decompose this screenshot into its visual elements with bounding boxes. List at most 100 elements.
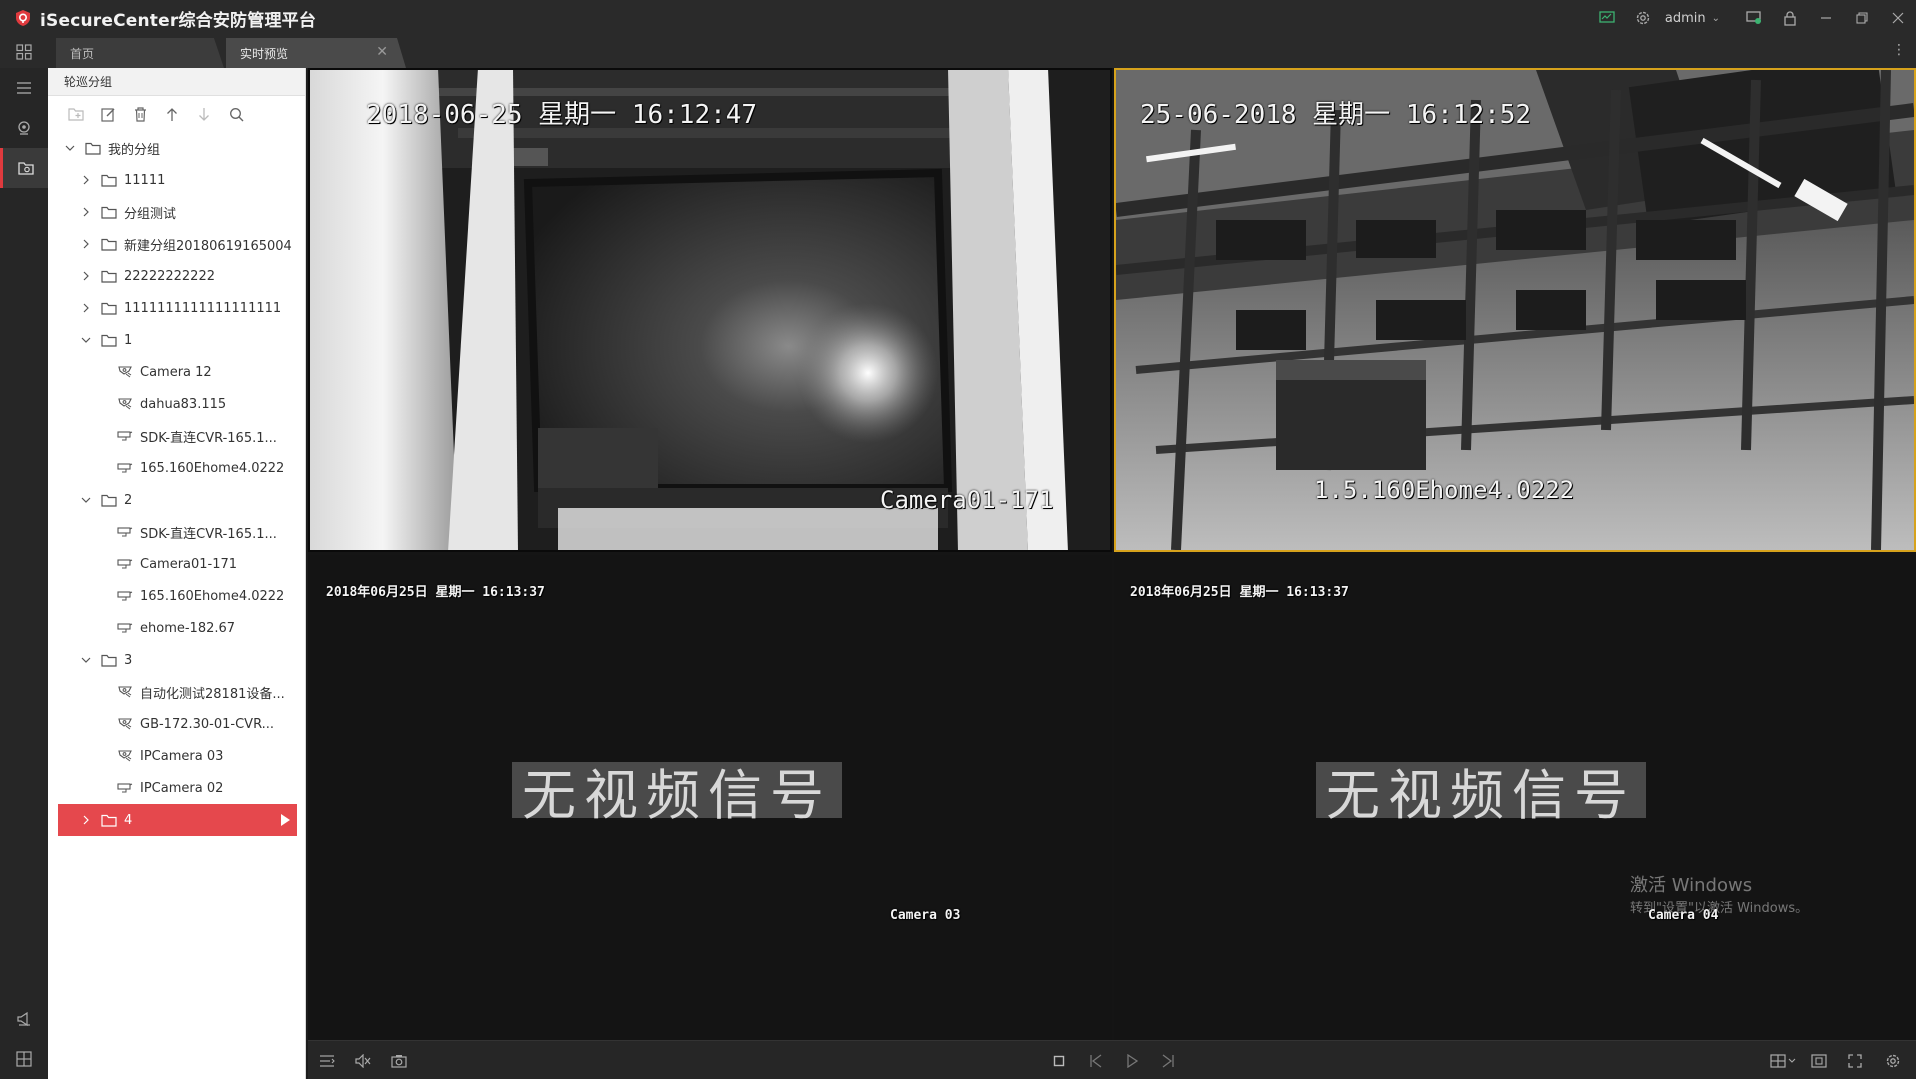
minimize-icon[interactable]: [1808, 0, 1844, 36]
tree-camera[interactable]: IPCamera 02: [48, 772, 305, 804]
tree-camera[interactable]: 165.160Ehome4.0222: [48, 452, 305, 484]
chevron-down-icon[interactable]: [80, 654, 92, 666]
chevron-right-icon[interactable]: [80, 270, 92, 282]
tree-camera[interactable]: 165.160Ehome4.0222: [48, 580, 305, 612]
settings-gear-icon[interactable]: [1625, 0, 1661, 36]
tab-home[interactable]: 首页: [56, 38, 224, 68]
tree-folder[interactable]: 分组测试: [48, 196, 305, 228]
tree-folder[interactable]: 1111111111111111111: [48, 292, 305, 324]
toolbar-settings-icon[interactable]: [1882, 1050, 1904, 1072]
chevron-right-icon[interactable]: [80, 238, 92, 250]
video-window-2-selected[interactable]: 25-06-2018 星期一 16:12:52 1.5.160Ehome4.02…: [1114, 68, 1916, 552]
layout-grid-icon[interactable]: [0, 1039, 48, 1079]
tree-node-label: IPCamera 02: [140, 780, 224, 796]
tab-live-preview[interactable]: 实时预览 ✕: [226, 38, 406, 68]
tree-camera[interactable]: Camera01-171: [48, 548, 305, 580]
broadcast-icon[interactable]: [0, 999, 48, 1039]
title-bar: iSecureCenter综合安防管理平台 admin ⌄: [0, 0, 1916, 36]
lock-icon[interactable]: [1772, 0, 1808, 36]
list-menu-icon[interactable]: [316, 1050, 338, 1072]
apps-grid-icon[interactable]: [0, 36, 48, 68]
osd-camera-name: 1.5.160Ehome4.0222: [1314, 476, 1575, 504]
dome-camera-icon: [116, 685, 134, 699]
osd-timestamp: 2018年06月25日 星期一 16:13:37: [1130, 585, 1349, 600]
dome-camera-icon: [116, 749, 134, 763]
fullscreen-icon[interactable]: [1844, 1050, 1866, 1072]
user-menu[interactable]: admin ⌄: [1661, 11, 1730, 26]
next-icon[interactable]: [1157, 1050, 1179, 1072]
patrol-group-panel: 轮巡分组 我的分组 11111 分组测试 新建分组20180619165004 2222…: [48, 68, 306, 1079]
chevron-right-icon[interactable]: [80, 174, 92, 186]
close-icon[interactable]: ✕: [376, 44, 388, 60]
no-signal-banner: 无视频信号: [512, 762, 842, 827]
camera-resource-icon[interactable]: [0, 108, 48, 148]
menu-icon[interactable]: [0, 68, 48, 108]
bullet-camera-icon: [116, 429, 134, 443]
device-status-icon[interactable]: [1736, 0, 1772, 36]
tree-camera[interactable]: SDK-直连CVR-165.1...: [48, 516, 305, 548]
patrol-group-icon[interactable]: [0, 148, 48, 188]
stop-all-icon[interactable]: [1048, 1050, 1070, 1072]
folder-icon: [84, 141, 102, 155]
move-down-icon[interactable]: [188, 100, 220, 128]
video-grid: 2018-06-25 星期一 16:12:47 Camera01-171 25-…: [308, 68, 1916, 1040]
close-window-icon[interactable]: [1880, 0, 1916, 36]
osd-timestamp: 2018年06月25日 星期一 16:13:37: [326, 585, 545, 600]
tree-camera[interactable]: 自动化测试28181设备...: [48, 676, 305, 708]
tree-node-label: 分组测试: [124, 206, 177, 222]
tree-camera[interactable]: dahua83.115: [48, 388, 305, 420]
windows-activation-title: 激活 Windows: [1630, 875, 1753, 896]
osd-timestamp: 25-06-2018 星期一 16:12:52: [1140, 100, 1532, 130]
tree-camera[interactable]: GB-172.30-01-CVR...: [48, 708, 305, 740]
tree-node-label: 11111: [124, 172, 166, 188]
tree-folder[interactable]: 新建分组20180619165004: [48, 228, 305, 260]
tree-folder[interactable]: 3: [48, 644, 305, 676]
app-logo-icon: [16, 10, 30, 26]
osd-camera-name: Camera 03: [890, 908, 961, 923]
folder-icon: [100, 493, 118, 507]
tree-folder[interactable]: 1: [48, 324, 305, 356]
tree-folder[interactable]: 我的分组: [48, 132, 305, 164]
chevron-right-icon[interactable]: [80, 814, 92, 826]
tree-camera[interactable]: IPCamera 03: [48, 740, 305, 772]
delete-icon[interactable]: [124, 100, 156, 128]
fit-window-icon[interactable]: [1808, 1050, 1830, 1072]
video-window-1[interactable]: 2018-06-25 星期一 16:12:47 Camera01-171: [308, 68, 1112, 552]
video-window-3[interactable]: 2018年06月25日 星期一 16:13:37 无视频信号 Camera 03: [308, 555, 1112, 1040]
more-vertical-icon[interactable]: ⋮: [1892, 42, 1906, 58]
tree-folder[interactable]: 22222222222: [48, 260, 305, 292]
previous-icon[interactable]: [1085, 1050, 1107, 1072]
tree-node-label: 2: [124, 492, 133, 508]
chevron-down-icon[interactable]: [80, 494, 92, 506]
mute-icon[interactable]: [352, 1050, 374, 1072]
tree-camera[interactable]: ehome-182.67: [48, 612, 305, 644]
play-patrol-icon[interactable]: [281, 814, 290, 826]
chevron-right-icon[interactable]: [80, 206, 92, 218]
move-up-icon[interactable]: [156, 100, 188, 128]
monitor-icon[interactable]: [1589, 0, 1625, 36]
chevron-down-icon[interactable]: [64, 142, 76, 154]
tree-folder-selected[interactable]: 4: [58, 804, 297, 836]
bullet-camera-icon: [116, 781, 134, 795]
panel-toolbar: [48, 96, 305, 132]
snapshot-camera-icon[interactable]: [388, 1050, 410, 1072]
chevron-down-icon[interactable]: [80, 334, 92, 346]
search-icon[interactable]: [220, 100, 252, 128]
window-layout-icon[interactable]: [1768, 1050, 1798, 1072]
restore-icon[interactable]: [1844, 0, 1880, 36]
chevron-right-icon[interactable]: [80, 302, 92, 314]
edit-icon[interactable]: [92, 100, 124, 128]
play-icon[interactable]: [1121, 1050, 1143, 1072]
add-group-icon[interactable]: [60, 100, 92, 128]
video-window-4[interactable]: 2018年06月25日 星期一 16:13:37 无视频信号 Camera 04…: [1114, 555, 1916, 1040]
tree-camera[interactable]: SDK-直连CVR-165.1...: [48, 420, 305, 452]
nav-rail: [0, 68, 48, 1079]
tree-folder[interactable]: 11111: [48, 164, 305, 196]
bullet-camera-icon: [116, 461, 134, 475]
tree-camera[interactable]: Camera 12: [48, 356, 305, 388]
tree-node-label: 165.160Ehome4.0222: [140, 460, 285, 476]
username: admin: [1664, 10, 1706, 26]
tree-folder[interactable]: 2: [48, 484, 305, 516]
preview-toolbar: [308, 1040, 1916, 1079]
chevron-down-icon: ⌄: [1711, 12, 1720, 24]
